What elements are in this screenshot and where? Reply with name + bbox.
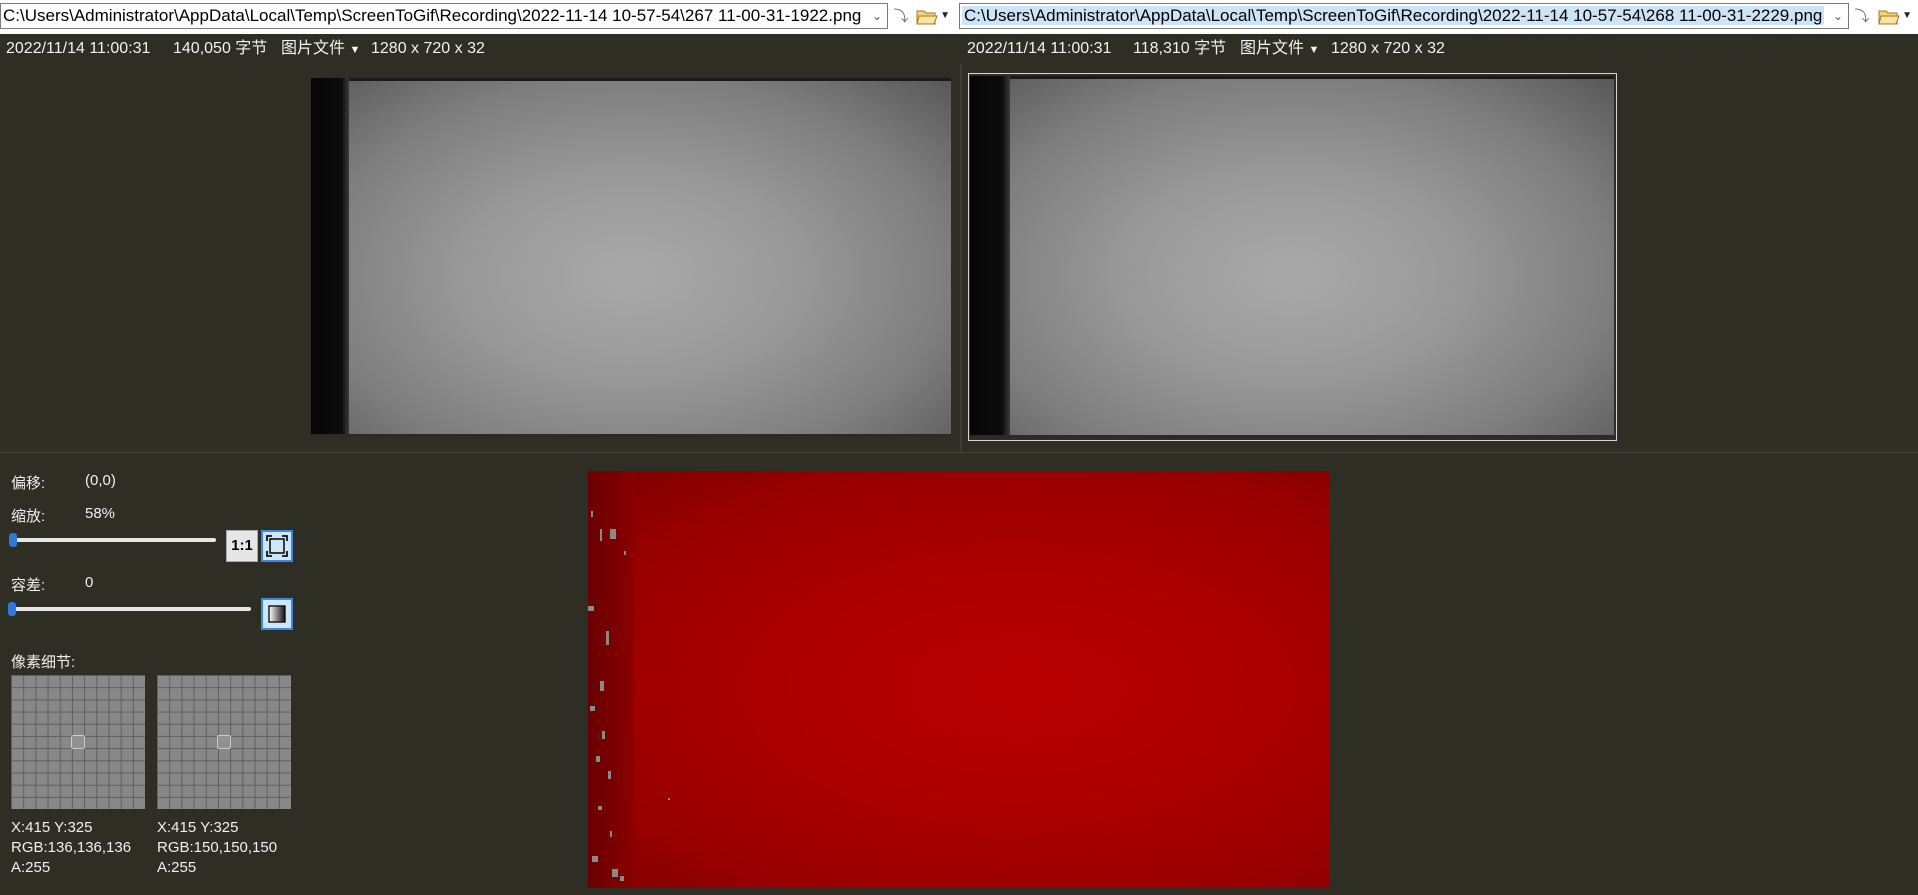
gradient-toggle-button[interactable] <box>261 598 293 630</box>
tolerance-slider-thumb[interactable] <box>8 602 16 616</box>
difference-image[interactable] <box>588 471 1330 888</box>
right-type-dropdown[interactable]: 图片文件 ▼ <box>1240 34 1319 65</box>
chevron-down-icon: ▼ <box>349 44 361 56</box>
chevron-down-icon: ▼ <box>1308 44 1320 56</box>
horizontal-divider[interactable] <box>0 452 1918 453</box>
right-file-info: 2022/11/14 11:00:31 118,310 字节 图片文件 ▼ 12… <box>962 34 1918 64</box>
one-to-one-button[interactable]: 1:1 <box>226 530 258 562</box>
left-type: 图片文件 <box>281 40 346 57</box>
left-pixel-info: X:415 Y:325 RGB:136,136,136 A:255 <box>11 818 131 878</box>
tolerance-label: 容差: <box>11 577 46 594</box>
left-pixel-alpha: A:255 <box>11 859 51 876</box>
zoom-slider-thumb[interactable] <box>9 533 17 547</box>
tolerance-value: 0 <box>85 574 94 591</box>
right-pixel-xy: X:415 Y:325 <box>157 819 239 836</box>
zoom-label: 缩放: <box>11 508 46 525</box>
right-size: 118,310 字节 <box>1133 40 1227 57</box>
left-dims: 1280 x 720 x 32 <box>371 40 485 57</box>
chevron-down-icon[interactable]: ▼ <box>1902 10 1912 21</box>
left-type-dropdown[interactable]: 图片文件 ▼ <box>281 34 360 65</box>
next-arrow-icon[interactable]: ⤵ <box>890 6 912 28</box>
right-image-preview[interactable] <box>970 76 1614 438</box>
left-image-preview[interactable] <box>311 78 951 437</box>
right-pixel-rgb: RGB:150,150,150 <box>157 839 278 856</box>
right-path-text: C:\Users\Administrator\AppData\Local\Tem… <box>962 6 1825 25</box>
left-date: 2022/11/14 11:00:31 <box>6 40 151 57</box>
fit-to-window-button[interactable] <box>261 530 293 562</box>
right-folder-button[interactable]: ▼ <box>1876 4 1914 30</box>
left-path-text: C:\Users\Administrator\AppData\Local\Tem… <box>3 6 862 25</box>
right-dims: 1280 x 720 x 32 <box>1331 40 1445 57</box>
left-file-info: 2022/11/14 11:00:31 140,050 字节 图片文件 ▼ 12… <box>0 34 958 64</box>
folder-open-icon <box>916 10 938 25</box>
left-pixel-rgb: RGB:136,136,136 <box>11 839 132 856</box>
left-path-combobox[interactable]: C:\Users\Administrator\AppData\Local\Tem… <box>0 3 888 29</box>
zoom-value: 58% <box>85 505 116 522</box>
left-pixel-xy: X:415 Y:325 <box>11 819 93 836</box>
next-arrow-icon[interactable]: ⤵ <box>1851 6 1873 28</box>
pixel-detail-label: 像素细节: <box>11 654 76 671</box>
right-type: 图片文件 <box>1240 40 1305 57</box>
right-pixel-alpha: A:255 <box>157 859 197 876</box>
chevron-down-icon[interactable]: ⌄ <box>1828 4 1848 28</box>
selected-pixel <box>71 735 85 749</box>
left-folder-button[interactable]: ▼ <box>914 4 952 30</box>
left-size: 140,050 字节 <box>173 40 268 57</box>
zoom-slider[interactable] <box>10 538 216 542</box>
chevron-down-icon[interactable]: ⌄ <box>867 4 887 28</box>
right-date: 2022/11/14 11:00:31 <box>967 40 1112 57</box>
folder-open-icon <box>1878 10 1900 25</box>
selected-pixel <box>217 735 231 749</box>
path-toolbar: C:\Users\Administrator\AppData\Local\Tem… <box>0 0 1918 34</box>
offset-value: (0,0) <box>85 472 116 489</box>
vertical-divider[interactable] <box>960 64 962 452</box>
fit-to-window-icon <box>266 535 288 557</box>
right-path-combobox[interactable]: C:\Users\Administrator\AppData\Local\Tem… <box>959 3 1849 29</box>
left-pixel-grid <box>11 675 145 809</box>
chevron-down-icon[interactable]: ▼ <box>940 10 950 21</box>
gradient-icon <box>268 605 286 623</box>
offset-label: 偏移: <box>11 475 46 492</box>
tolerance-slider[interactable] <box>10 607 251 611</box>
right-pixel-info: X:415 Y:325 RGB:150,150,150 A:255 <box>157 818 277 878</box>
right-pixel-grid <box>157 675 291 809</box>
